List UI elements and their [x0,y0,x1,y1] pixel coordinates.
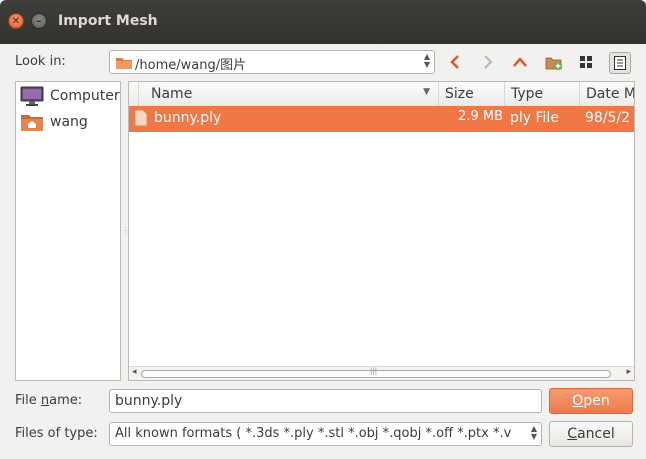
grid-view-icon [580,56,592,68]
sidebar-item-label: wang [50,114,88,130]
file-name-field[interactable]: bunny.ply [109,389,542,413]
file-list: Name ▼ Size Type Date M bunny.ply 2.9 MB… [128,81,635,381]
new-folder-button[interactable] [543,52,565,72]
scroll-right-icon: ▸ [626,367,631,377]
mnemonic: C [567,426,578,442]
look-in-path: /home/wang/图片 [135,58,247,73]
file-type-combo[interactable]: All known formats ( *.3ds *.ply *.stl *.… [109,422,542,446]
folder-icon [116,58,132,69]
home-folder-icon [21,115,43,131]
grip-icon: ||| [370,367,378,375]
scrollbar-thumb[interactable]: ||| [141,367,611,378]
mnemonic: O [572,393,584,409]
scroll-left-icon: ◂ [132,367,137,377]
button-label: pen [583,393,610,409]
column-header-date[interactable]: Date M [580,82,635,106]
chevron-right-icon [484,55,493,69]
sidebar-item-computer[interactable]: Computer [20,85,120,107]
minimize-button[interactable]: – [31,13,47,29]
file-date-cell: 98/5/2 [585,110,631,126]
minimize-icon: – [36,15,42,27]
label-part: File [15,393,41,408]
open-button[interactable]: Open [549,388,633,414]
column-header-name[interactable]: Name ▼ [139,82,439,106]
window-title: Import Mesh [58,13,158,29]
sidebar-item-label: Computer [50,88,120,104]
column-header-label: Size [445,86,474,102]
column-header-size[interactable]: Size [439,82,505,106]
column-header-label: Name [151,86,193,102]
look-in-label: Look in: [15,54,66,69]
new-folder-icon [545,57,562,70]
close-icon: ✕ [11,15,21,27]
button-label: ancel [577,426,615,442]
import-mesh-dialog: ✕ – Import Mesh Look in: /home/wang/图片 ▲… [0,0,646,459]
file-type-value: All known formats ( *.3ds *.ply *.stl *.… [115,426,512,441]
title-bar: ✕ – Import Mesh [0,0,646,44]
column-header-label: Type [511,86,544,102]
column-header-spacer [129,82,139,106]
column-header-label: Date M [586,86,635,102]
file-name-value: bunny.ply [115,393,183,409]
icon-view-button[interactable] [576,52,596,72]
label-part: ame: [49,393,83,408]
detail-view-button[interactable] [609,52,631,74]
parent-dir-button[interactable] [509,52,531,72]
file-name-label: File name: [15,393,82,408]
file-icon [134,109,148,127]
sidebar-item-wang[interactable]: wang [20,111,88,133]
chevron-up-icon [513,57,527,67]
places-sidebar: Computer wang [15,81,121,381]
chevron-left-icon [450,55,459,69]
mnemonic: n [40,393,50,408]
computer-icon [20,86,44,106]
list-view-icon [614,56,626,70]
file-size-cell: 2.9 MB [458,109,503,124]
close-button[interactable]: ✕ [8,13,24,29]
horizontal-scrollbar[interactable]: ◂ ||| ▸ [129,366,634,380]
column-header-type[interactable]: Type [505,82,580,106]
table-row[interactable]: bunny.ply 2.9 MB ply File 98/5/2 [129,106,634,132]
files-of-type-label: Files of type: [15,426,98,441]
back-button[interactable] [444,52,466,72]
look-in-combo[interactable]: /home/wang/图片 ▲ ▼ [109,50,435,74]
forward-button[interactable] [477,52,499,72]
spin-arrows-icon: ▲ ▼ [423,52,430,69]
file-name-cell: bunny.ply [154,110,222,126]
cancel-button[interactable]: Cancel [549,421,633,447]
spin-arrows-icon: ▲ ▼ [530,424,537,441]
sort-desc-icon: ▼ [423,87,430,97]
file-type-cell: ply File [510,110,559,126]
